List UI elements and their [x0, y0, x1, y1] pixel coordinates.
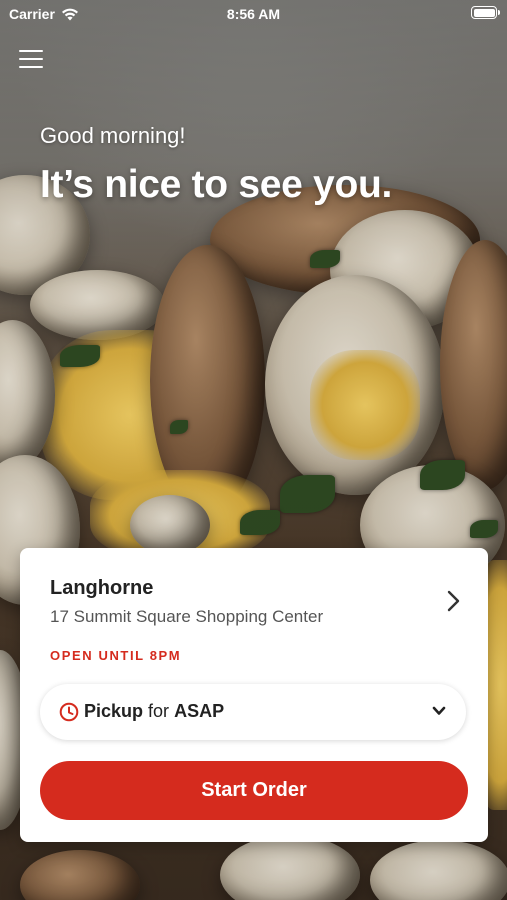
- order-mode-connector: for: [148, 701, 170, 721]
- start-order-button[interactable]: Start Order: [40, 761, 468, 820]
- hamburger-menu-icon[interactable]: [19, 48, 43, 70]
- clock-icon: [59, 702, 79, 722]
- order-time-label: ASAP: [174, 701, 225, 721]
- store-card: Langhorne 17 Summit Square Shopping Cent…: [20, 548, 488, 842]
- chevron-down-icon: [432, 706, 446, 715]
- order-mode-text: Pickup for ASAP: [84, 701, 224, 722]
- order-mode-dropdown[interactable]: Pickup for ASAP: [40, 684, 466, 740]
- order-mode-label: Pickup: [84, 701, 144, 721]
- store-hours-badge: OPEN UNTIL 8PM: [50, 648, 182, 663]
- status-time: 8:56 AM: [226, 6, 281, 22]
- store-selector[interactable]: Langhorne 17 Summit Square Shopping Cent…: [20, 548, 488, 674]
- greeting-text: Good morning!: [40, 123, 186, 148]
- store-name: Langhorne: [50, 577, 154, 599]
- status-bar: Carrier 8:56 AM: [0, 0, 507, 30]
- headline-text: It’s nice to see you.: [40, 163, 393, 206]
- battery-icon: [471, 6, 500, 19]
- store-address: 17 Summit Square Shopping Center: [50, 607, 324, 626]
- chevron-right-icon[interactable]: [446, 590, 460, 612]
